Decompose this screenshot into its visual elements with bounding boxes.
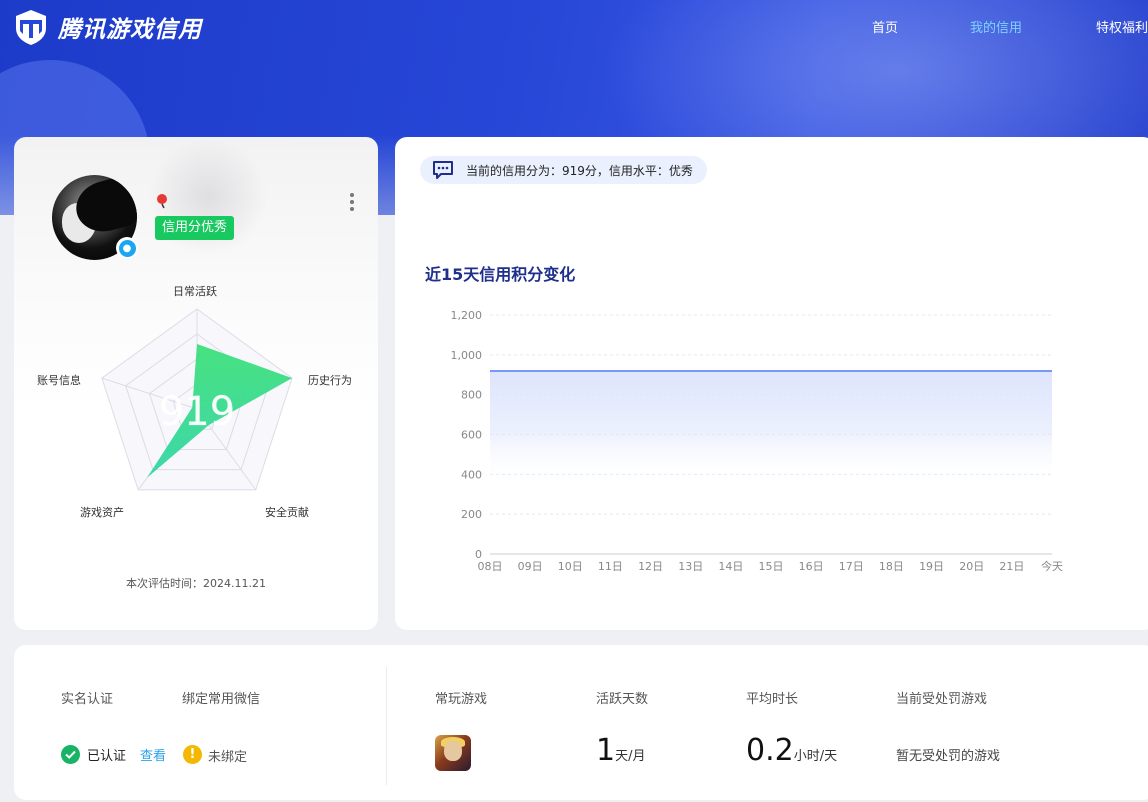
radar-chart: 919 日常活跃 历史行为 安全贡献 游戏资产 账号信息 (14, 277, 378, 527)
x-tick-label: 09日 (518, 560, 543, 573)
x-tick-label: 20日 (959, 560, 984, 573)
realname-status: 已认证 (87, 749, 127, 764)
wechat-status: 未绑定 (208, 750, 248, 765)
x-tick-label: 12日 (638, 560, 663, 573)
qq-account-badge: ● (116, 237, 138, 259)
x-tick-label: 21日 (999, 560, 1024, 573)
y-tick-label: 200 (461, 508, 482, 521)
nav-home[interactable]: 首页 (872, 17, 898, 36)
avg-duration-unit: 小时/天 (793, 749, 838, 764)
warning-icon: ! (183, 745, 202, 764)
active-days-value: 1天/月 (596, 733, 645, 768)
y-tick-label: 1,000 (451, 349, 483, 362)
penalty-label: 当前受处罚游戏 (896, 692, 988, 707)
series-area (490, 370, 1052, 484)
chart-title: 近15天信用积分变化 (425, 265, 576, 284)
game-icon-art (444, 741, 462, 761)
radar-axis-label: 安全贡献 (265, 506, 309, 519)
credit-level-badge: 信用分优秀 (155, 216, 235, 240)
realname-label: 实名认证 (61, 692, 114, 707)
check-circle-icon (61, 745, 80, 764)
active-days-unit: 天/月 (615, 749, 646, 764)
x-tick-label: 11日 (598, 560, 623, 573)
x-tick-label: 18日 (879, 560, 904, 573)
nav-privileges[interactable]: 特权福利 (1096, 17, 1148, 36)
credit-summary-text: 当前的信用分为：919分，信用水平：优秀 (466, 163, 693, 178)
game-icon[interactable] (435, 735, 471, 771)
frequent-games-label: 常玩游戏 (435, 692, 488, 707)
message-icon (433, 161, 453, 179)
section-divider (386, 667, 387, 785)
credit-chart-card: 当前的信用分为：919分，信用水平：优秀 近15天信用积分变化 0 200 400 6… (395, 137, 1148, 630)
wechat-label: 绑定常用微信 (182, 692, 261, 707)
x-tick-label: 19日 (919, 560, 944, 573)
x-tick-label: 15日 (759, 560, 784, 573)
more-options-icon[interactable] (348, 193, 356, 215)
radar-axis-label: 账号信息 (37, 374, 81, 387)
y-tick-label: 400 (461, 468, 482, 481)
penalty-value: 暂无受处罚的游戏 (896, 749, 1001, 764)
avg-duration-value: 0.2小时/天 (746, 733, 837, 768)
view-realname-link[interactable]: 查看 (140, 745, 166, 764)
qq-penguin-icon: ● (118, 239, 136, 257)
y-tick-label: 1,200 (451, 309, 483, 322)
active-days-label: 活跃天数 (596, 692, 649, 707)
y-tick-label: 800 (461, 389, 482, 402)
account-stats-card: 实名认证 绑定常用微信 已认证 查看 ! 未绑定 常玩游戏 活跃天数 1天/月 … (14, 645, 1148, 800)
x-tick-label: 13日 (678, 560, 703, 573)
credit-line-chart: 02004006008001,0001,20008日 09日 10日 11日 12日 13… (451, 309, 1064, 573)
location-pin-icon (157, 194, 167, 209)
radar-svg: 919 (101, 308, 293, 491)
nav-my-credit[interactable]: 我的信用 (970, 17, 1022, 36)
evaluation-time: 本次评估时间：2024.11.21 (126, 577, 266, 590)
top-nav: 首页 我的信用 特权福利 (0, 17, 1148, 37)
radar-axis-label: 历史行为 (308, 374, 352, 387)
x-tick-label: 今天 (1041, 559, 1063, 573)
x-tick-label: 08日 (478, 560, 503, 573)
x-tick-label: 17日 (839, 560, 864, 573)
credit-score: 919 (159, 389, 235, 435)
x-tick-label: 16日 (799, 560, 824, 573)
y-tick-label: 600 (461, 429, 482, 442)
profile-card: ● 信用分优秀 919 日常活跃 历史行为 安全贡献 游戏资产 账号信息 本次评… (14, 137, 378, 630)
credit-summary-pill: 当前的信用分为：919分，信用水平：优秀 (420, 156, 707, 184)
avg-duration-label: 平均时长 (746, 692, 799, 707)
active-days-number: 1 (596, 733, 616, 768)
x-tick-label: 10日 (558, 560, 583, 573)
avg-duration-number: 0.2 (746, 733, 794, 768)
radar-axis-label: 游戏资产 (80, 506, 124, 519)
radar-axis-label: 日常活跃 (173, 285, 217, 298)
x-tick-label: 14日 (718, 560, 743, 573)
